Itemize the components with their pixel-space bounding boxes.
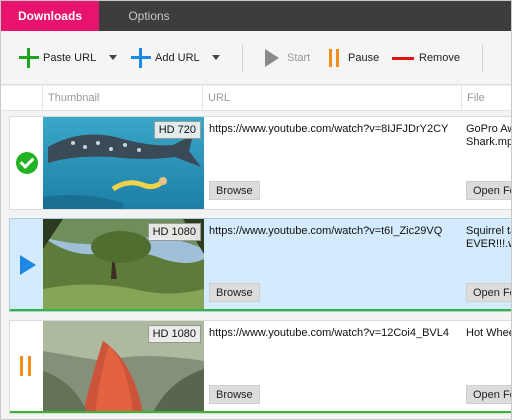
tab-bar: Downloads Options [1,1,511,31]
pause-button[interactable]: Pause [327,31,379,85]
download-progress-bar [10,411,511,413]
pause-label: Pause [348,52,380,64]
video-url: https://www.youtube.com/watch?v=8IJFJDrY… [209,123,449,135]
download-row[interactable]: HD 1080 https://www.youtube.com/watch?v=… [9,320,512,414]
plus-icon [131,48,151,68]
paste-url-button[interactable]: Paste URL [19,31,96,85]
play-icon [20,255,36,275]
pause-icon [19,356,33,376]
video-url: https://www.youtube.com/watch?v=12Coi4_B… [209,327,449,339]
start-label: Start [287,52,311,64]
add-url-button[interactable]: Add URL [131,31,200,85]
file-name: Hot Whee [466,327,512,339]
tab-options[interactable]: Options [99,1,199,31]
video-thumbnail: HD 720 [43,117,204,209]
toolbar-divider [242,44,243,72]
browse-button[interactable]: Browse [209,181,260,200]
file-name: Squirrel ta EVER!!!.w [466,225,512,250]
add-url-dropdown-chevron-icon[interactable] [212,55,220,60]
video-thumbnail: HD 1080 [43,219,204,311]
column-header: Thumbnail URL File [1,86,511,111]
play-icon [265,49,279,67]
download-row[interactable]: HD 720 https://www.youtube.com/watch?v=8… [9,116,512,210]
open-folder-button[interactable]: Open Fo [466,385,511,404]
video-url: https://www.youtube.com/watch?v=t6I_Zic2… [209,225,443,237]
quality-badge: HD 720 [153,121,201,139]
plus-icon [19,48,39,68]
start-button[interactable]: Start [265,31,310,85]
download-progress-bar [10,309,511,311]
paste-url-dropdown-chevron-icon[interactable] [109,55,117,60]
browse-button[interactable]: Browse [209,385,260,404]
video-thumbnail: HD 1080 [43,321,204,413]
browse-button[interactable]: Browse [209,283,260,302]
pause-icon [327,49,341,67]
column-thumbnail[interactable]: Thumbnail [42,86,202,111]
remove-button[interactable]: Remove [392,31,460,85]
open-folder-button[interactable]: Open Fo [466,283,511,302]
remove-label: Remove [419,52,460,64]
column-file[interactable]: File [461,86,511,111]
paste-url-label: Paste URL [43,52,97,64]
column-url[interactable]: URL [202,86,461,111]
minus-icon [392,56,414,60]
quality-badge: HD 1080 [147,223,201,241]
tab-downloads[interactable]: Downloads [1,1,99,31]
file-name: GoPro Aw Shark.mp [466,123,512,148]
app-window: Downloads Options Paste URL Add URL Star… [0,0,512,420]
add-url-label: Add URL [155,52,200,64]
download-row[interactable]: HD 1080 https://www.youtube.com/watch?v=… [9,218,512,312]
quality-badge: HD 1080 [147,325,201,343]
toolbar-divider [482,44,483,72]
check-circle-icon [16,152,38,174]
open-folder-button[interactable]: Open Fo [466,181,511,200]
toolbar: Paste URL Add URL Start Pause Remove [1,31,511,85]
